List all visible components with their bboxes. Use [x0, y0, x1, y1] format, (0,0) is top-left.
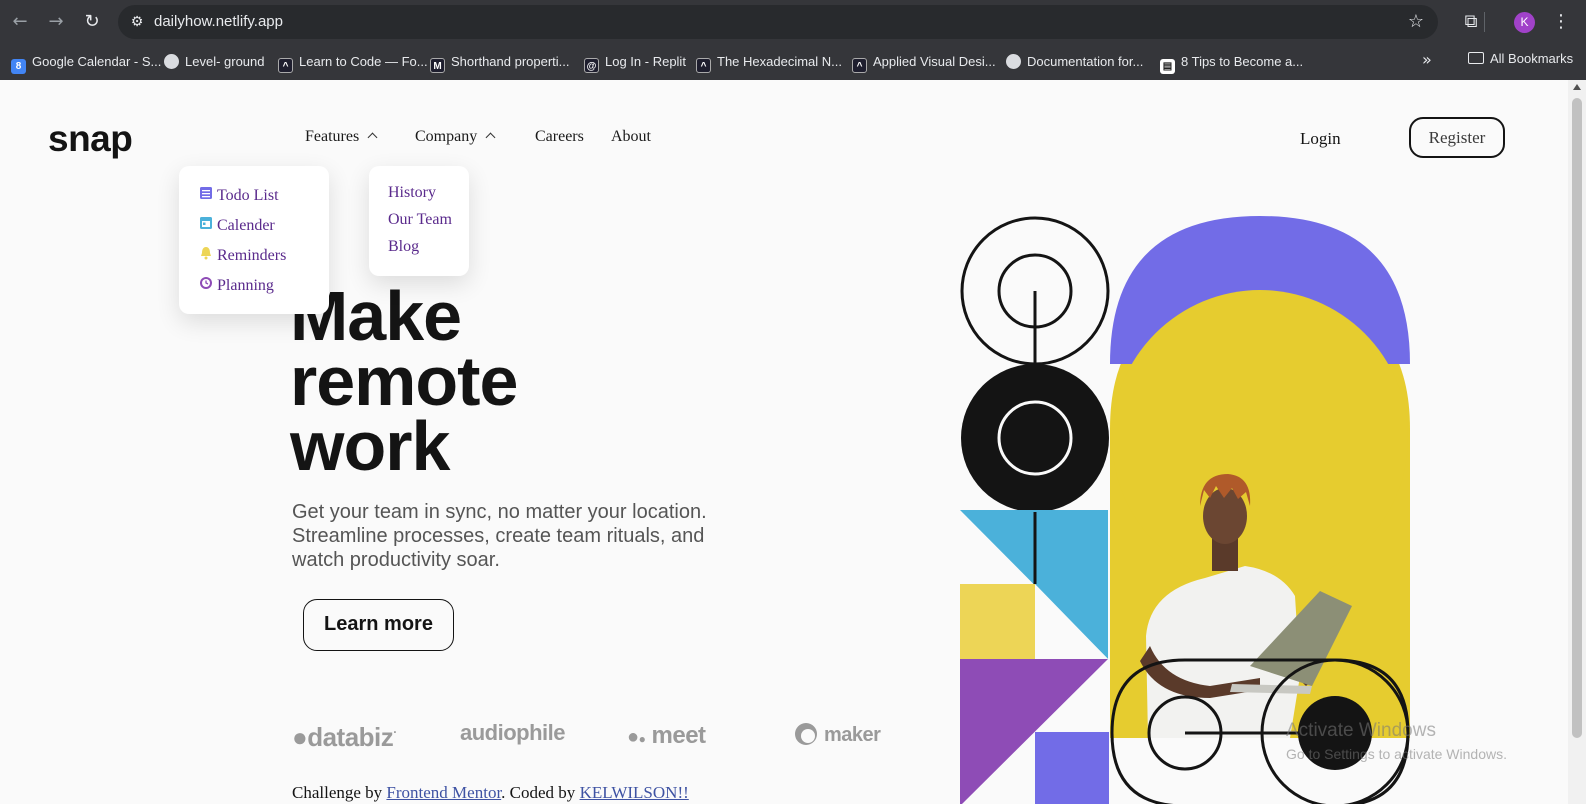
bookmark-documentation[interactable]: Documentation for... — [1006, 51, 1143, 73]
page-scrollbar[interactable] — [1568, 80, 1586, 804]
purple-square-shape — [1035, 732, 1109, 804]
back-arrow-icon[interactable]: ← — [8, 10, 32, 34]
person-with-laptop-image — [1110, 290, 1410, 738]
site-settings-icon[interactable]: ⚙ — [126, 11, 148, 33]
freecodecamp-icon: ^ — [852, 58, 867, 73]
bookmark-shorthand[interactable]: M Shorthand properti... — [430, 51, 570, 73]
nav-careers[interactable]: Careers — [535, 128, 584, 146]
google-calendar-icon: 8 — [11, 59, 26, 74]
replit-icon: @ — [584, 58, 599, 73]
maker-logo-icon — [795, 723, 817, 745]
menu-item-blog[interactable]: Blog — [388, 238, 419, 256]
yellow-square-shape — [960, 584, 1035, 659]
client-logo-audiophile: audiophile — [460, 720, 566, 745]
bookmark-replit[interactable]: @ Log In - Replit — [584, 51, 686, 73]
chevron-up-icon — [485, 132, 496, 143]
menu-item-calender[interactable]: Calender — [199, 216, 275, 235]
menu-item-todo-list[interactable]: Todo List — [199, 186, 279, 205]
bookmark-star-icon[interactable]: ☆ — [1408, 11, 1424, 32]
client-logo-meet: ●● meet — [627, 722, 706, 749]
login-link[interactable]: Login — [1300, 129, 1341, 149]
globe-icon — [164, 54, 179, 69]
menu-item-history[interactable]: History — [388, 184, 436, 202]
hero-subtitle: Get your team in sync, no matter your lo… — [292, 501, 707, 571]
bell-icon — [201, 247, 211, 260]
globe-icon — [1006, 54, 1021, 69]
calendar-icon — [200, 217, 212, 229]
menu-item-reminders[interactable]: Reminders — [199, 246, 286, 265]
menu-item-planning[interactable]: Planning — [199, 276, 274, 295]
more-menu-icon[interactable]: ⋮ — [1549, 10, 1573, 34]
browser-toolbar: ← → ↻ ⚙ dailyhow.netlify.app ☆ ⧉ K ⋮ — [0, 0, 1586, 44]
nav-features[interactable]: Features — [305, 128, 378, 146]
folder-icon — [1468, 52, 1484, 64]
black-circle-shape — [961, 364, 1109, 512]
browser-chrome: ← → ↻ ⚙ dailyhow.netlify.app ☆ ⧉ K ⋮ 8 Go… — [0, 0, 1586, 80]
article-icon: ▤ — [1160, 59, 1175, 74]
freecodecamp-icon: ^ — [696, 58, 711, 73]
bookmark-8-tips[interactable]: ▤ 8 Tips to Become a... — [1160, 51, 1303, 74]
hero-illustration — [960, 216, 1410, 804]
learn-more-button[interactable]: Learn more — [303, 599, 454, 651]
bookmark-google-calendar[interactable]: 8 Google Calendar - S... — [11, 51, 161, 74]
url-text[interactable]: dailyhow.netlify.app — [154, 13, 283, 30]
site-logo[interactable]: snap — [48, 118, 133, 160]
extensions-icon[interactable]: ⧉ — [1459, 10, 1483, 34]
bookmark-hexadecimal[interactable]: ^ The Hexadecimal N... — [696, 51, 842, 73]
features-dropdown: Todo List Calender Reminders Planning — [179, 166, 329, 314]
nav-about[interactable]: About — [611, 128, 651, 146]
calendar-list-icon — [200, 187, 212, 199]
mdn-icon: M — [430, 58, 445, 73]
activate-windows-watermark: Activate Windows Go to Settings to activ… — [1286, 720, 1507, 762]
bookmark-learn-to-code[interactable]: ^ Learn to Code — Fo... — [278, 51, 428, 73]
attribution-footer: Challenge by Frontend Mentor. Coded by K… — [292, 783, 689, 802]
profile-avatar[interactable]: K — [1514, 12, 1535, 33]
register-button[interactable]: Register — [1409, 117, 1505, 158]
client-logo-maker: maker — [794, 722, 881, 747]
clock-icon — [200, 277, 212, 289]
nav-company[interactable]: Company — [415, 128, 496, 146]
frontend-mentor-link[interactable]: Frontend Mentor — [386, 783, 501, 802]
chevron-double-right-icon[interactable]: » — [1422, 50, 1432, 69]
scroll-up-arrow-icon[interactable] — [1573, 84, 1581, 90]
bookmark-level-ground[interactable]: Level- ground — [164, 51, 265, 73]
chevron-up-icon — [367, 132, 378, 143]
all-bookmarks-button[interactable]: All Bookmarks — [1468, 51, 1573, 66]
bookmark-applied-visual[interactable]: ^ Applied Visual Desi... — [852, 51, 996, 73]
author-link[interactable]: KELWILSON!! — [580, 783, 689, 802]
client-logo-databiz: ●databiz· — [292, 722, 397, 752]
address-bar[interactable]: ⚙ dailyhow.netlify.app ☆ — [118, 5, 1438, 39]
forward-arrow-icon[interactable]: → — [44, 10, 68, 34]
scrollbar-thumb[interactable] — [1572, 98, 1582, 738]
bookmarks-bar: 8 Google Calendar - S... Level- ground ^ L… — [0, 44, 1586, 80]
menu-item-our-team[interactable]: Our Team — [388, 211, 452, 229]
freecodecamp-icon: ^ — [278, 58, 293, 73]
reload-icon[interactable]: ↻ — [80, 10, 104, 34]
company-dropdown: History Our Team Blog — [369, 166, 469, 276]
hero-headline: Make remote work — [290, 277, 518, 485]
web-page: snap Features Company Careers About Logi… — [0, 80, 1568, 804]
toolbar-divider — [1484, 12, 1485, 32]
